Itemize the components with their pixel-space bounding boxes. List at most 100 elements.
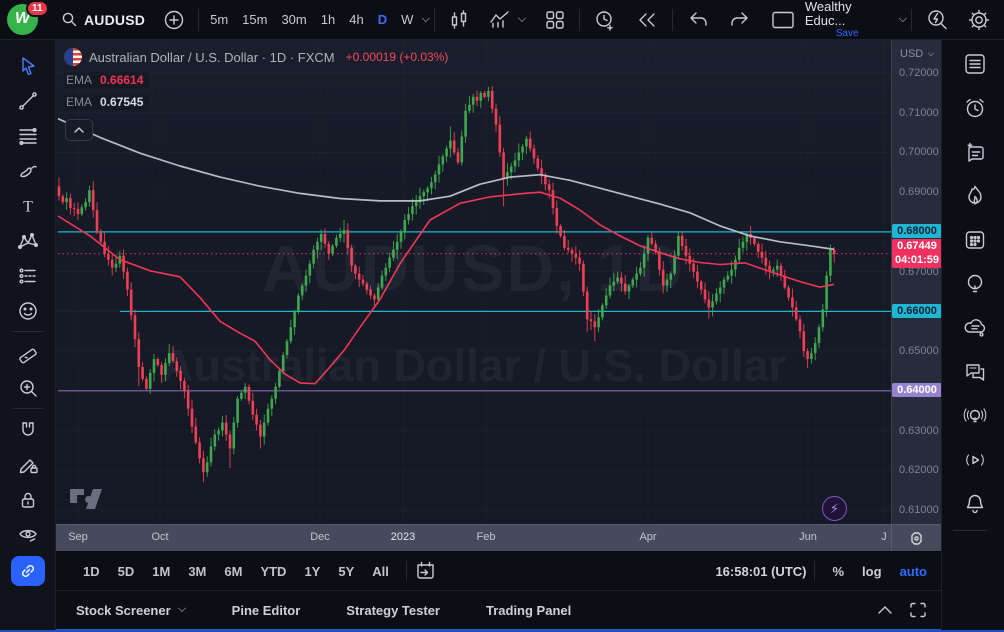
range-all[interactable]: All xyxy=(363,564,398,579)
timeframe-group: 5m 15m 30m 1h 4h D W xyxy=(203,0,420,40)
tool-hide-drawings[interactable] xyxy=(9,517,47,552)
chart-type-button[interactable] xyxy=(439,0,479,40)
forecast-icon xyxy=(19,267,36,283)
timeframe-1h[interactable]: 1h xyxy=(314,0,342,40)
log-scale-button[interactable]: log xyxy=(853,564,891,579)
layout-name-button[interactable]: Wealthy Educ... Save xyxy=(805,0,890,39)
legend-ema-2[interactable]: EMA 0.67545 xyxy=(64,94,150,110)
candlestick-chart[interactable] xyxy=(56,40,891,524)
tool-drawing-mode[interactable] xyxy=(9,447,47,482)
tool-sync-drawings[interactable] xyxy=(10,556,45,586)
layout-dropdown-icon[interactable] xyxy=(899,13,908,22)
divider xyxy=(405,561,407,581)
tool-forecast[interactable] xyxy=(9,258,47,293)
compare-add-button[interactable] xyxy=(154,0,194,40)
tool-emoji[interactable] xyxy=(9,293,47,328)
sidebar-notifications-button[interactable] xyxy=(953,482,997,526)
divider xyxy=(433,8,435,31)
link-icon xyxy=(21,565,34,577)
indicators-button[interactable] xyxy=(479,0,535,40)
flame-icon xyxy=(968,185,982,205)
tool-text[interactable]: T xyxy=(9,188,47,223)
range-5d[interactable]: 5D xyxy=(109,564,144,579)
timeframe-W[interactable]: W xyxy=(394,0,420,40)
tool-measure[interactable] xyxy=(9,335,47,370)
timeframe-5m[interactable]: 5m xyxy=(203,0,235,40)
sidebar-watchlist-button[interactable] xyxy=(953,42,997,86)
sidebar-chat-button[interactable] xyxy=(953,350,997,394)
sidebar-calendar-button[interactable] xyxy=(953,218,997,262)
timeframe-4h[interactable]: 4h xyxy=(342,0,370,40)
sidebar-streams-button[interactable] xyxy=(953,438,997,482)
legend-symbol-row[interactable]: Australian Dollar / U.S. Dollar · 1D · F… xyxy=(64,48,448,66)
quick-search-button[interactable] xyxy=(916,0,958,40)
pencil-lock-icon xyxy=(19,458,38,473)
sidebar-hotlists-button[interactable] xyxy=(953,174,997,218)
alert-clock-plus-icon xyxy=(596,10,613,31)
range-ytd[interactable]: YTD xyxy=(251,564,295,579)
fullscreen-icon[interactable] xyxy=(909,602,927,618)
percent-scale-button[interactable]: % xyxy=(823,564,853,579)
timeframe-30m[interactable]: 30m xyxy=(274,0,313,40)
level-price-label: 0.64000 xyxy=(892,383,942,398)
clock-utc[interactable]: 16:58:01 (UTC) xyxy=(715,564,806,579)
timeframe-D[interactable]: D xyxy=(371,0,394,40)
tradingview-logo[interactable] xyxy=(69,488,109,515)
bottom-panel-controls xyxy=(877,602,941,618)
account-logo[interactable]: W 11 xyxy=(0,0,52,40)
price-axis-currency[interactable]: USD xyxy=(900,48,935,60)
time-tick-j: J xyxy=(881,531,887,543)
layout-grid-button[interactable] xyxy=(535,0,575,40)
symbol-search-button[interactable]: AUDUSD xyxy=(52,0,154,40)
timeframe-dropdown-icon[interactable] xyxy=(422,13,430,22)
tab-stock-screener[interactable]: Stock Screener xyxy=(76,603,186,618)
auto-scale-button[interactable]: auto xyxy=(891,564,941,579)
tab-trading-panel[interactable]: Trading Panel xyxy=(486,603,571,618)
tool-magnet[interactable] xyxy=(9,412,47,447)
range-5y[interactable]: 5Y xyxy=(329,564,363,579)
chart-settings-button[interactable] xyxy=(958,0,1000,40)
sidebar-alerts-button[interactable] xyxy=(953,86,997,130)
chevron-up-icon xyxy=(74,127,84,133)
axis-settings-corner[interactable] xyxy=(891,525,941,552)
create-alert-button[interactable] xyxy=(584,0,626,40)
legend-collapse-button[interactable] xyxy=(65,119,93,141)
tool-cursor[interactable] xyxy=(9,48,47,83)
bar-replay-button[interactable] xyxy=(626,0,668,40)
sidebar-notes-button[interactable] xyxy=(953,130,997,174)
chart-pane[interactable]: AUDUSD, 1D Australian Dollar / U.S. Doll… xyxy=(56,40,942,524)
indicators-dropdown-icon[interactable] xyxy=(517,13,526,22)
scale-options: % log auto xyxy=(806,561,941,581)
range-1d[interactable]: 1D xyxy=(74,564,109,579)
time-tick-jun: Jun xyxy=(799,531,817,543)
plot-region[interactable]: ⚡ xyxy=(56,40,891,524)
timeframe-15m[interactable]: 15m xyxy=(235,0,274,40)
range-3m[interactable]: 3M xyxy=(179,564,215,579)
tab-strategy-tester[interactable]: Strategy Tester xyxy=(346,603,440,618)
tab-pine-editor[interactable]: Pine Editor xyxy=(232,603,301,618)
sidebar-minds-button[interactable] xyxy=(953,306,997,350)
tool-trend-line[interactable] xyxy=(9,83,47,118)
legend-ema-1[interactable]: EMA 0.66614 xyxy=(64,72,150,88)
undo-button[interactable] xyxy=(677,0,719,40)
tool-brush[interactable] xyxy=(9,153,47,188)
broker-bolt-button[interactable]: ⚡ xyxy=(822,496,847,521)
time-axis[interactable]: Sep Oct Dec 2023 Feb Apr Jun J xyxy=(56,524,941,552)
range-1m[interactable]: 1M xyxy=(143,564,179,579)
select-layout-button[interactable] xyxy=(761,0,805,40)
range-1y[interactable]: 1Y xyxy=(295,564,329,579)
tool-lock-all[interactable] xyxy=(9,482,47,517)
redo-button[interactable] xyxy=(719,0,761,40)
tool-fib-retracement[interactable] xyxy=(9,118,47,153)
tool-xabcd-pattern[interactable] xyxy=(9,223,47,258)
save-link[interactable]: Save xyxy=(836,28,859,39)
go-to-date-button[interactable] xyxy=(415,559,436,583)
xabcd-pattern-icon xyxy=(17,232,38,249)
panel-expand-icon[interactable] xyxy=(877,605,893,615)
sidebar-ideas-button[interactable] xyxy=(953,262,997,306)
sidebar-live-ideas-button[interactable] xyxy=(953,394,997,438)
gear-icon xyxy=(968,9,990,30)
price-axis[interactable]: USD 0.720000.710000.700000.690000.680000… xyxy=(891,40,942,524)
tool-zoom-in[interactable] xyxy=(9,370,47,405)
range-6m[interactable]: 6M xyxy=(215,564,251,579)
